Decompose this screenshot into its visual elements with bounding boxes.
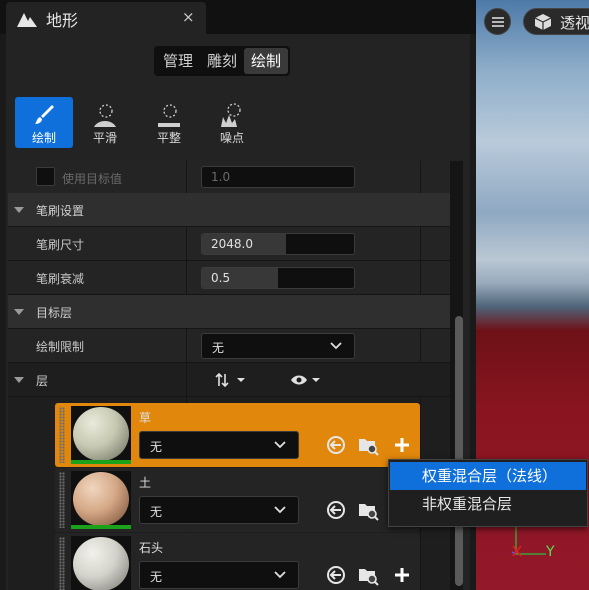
hamburger-icon bbox=[492, 17, 504, 27]
tool-smooth[interactable]: 平滑 bbox=[76, 97, 134, 148]
column-divider bbox=[420, 161, 421, 194]
brush-icon bbox=[35, 105, 54, 124]
close-icon[interactable]: × bbox=[182, 8, 195, 26]
drag-handle[interactable] bbox=[59, 537, 65, 590]
column-divider bbox=[186, 363, 187, 396]
brush-size-label: 笔刷尺寸 bbox=[36, 238, 85, 252]
use-target-value[interactable]: 1.0 bbox=[201, 166, 355, 188]
layer-item-soil[interactable]: 土 无 bbox=[55, 468, 420, 532]
column-divider bbox=[420, 261, 421, 294]
axis-y-label: Y bbox=[546, 544, 555, 560]
layer-blend-dropdown[interactable]: 无 bbox=[139, 431, 299, 459]
layer-weight-bar bbox=[71, 525, 131, 529]
brush-falloff-input[interactable]: 0.5 bbox=[201, 267, 355, 289]
column-divider bbox=[420, 227, 421, 260]
use-target-label: 使用目标值 bbox=[62, 172, 123, 186]
browse-asset-icon[interactable] bbox=[357, 564, 379, 586]
tab-title: 地形 bbox=[46, 11, 79, 30]
viewport-menu-button[interactable] bbox=[484, 8, 511, 35]
menu-item-non-weight-blended[interactable]: 非权重混合层 bbox=[390, 490, 586, 518]
layer-weight-bar bbox=[71, 460, 131, 464]
layer-item-grass[interactable]: 草 无 bbox=[55, 403, 420, 467]
drag-handle[interactable] bbox=[59, 472, 65, 528]
paint-restriction-dropdown[interactable]: 无 bbox=[201, 333, 355, 359]
browse-asset-icon[interactable] bbox=[357, 434, 379, 456]
chevron-down-icon bbox=[330, 342, 342, 350]
brush-falloff-row: 笔刷衰减 0.5 bbox=[8, 261, 450, 295]
menu-item-weight-blended-normal[interactable]: 权重混合层（法线） bbox=[390, 462, 586, 490]
layer-blend-dropdown[interactable]: 无 bbox=[139, 561, 299, 589]
landscape-tab[interactable]: 地形 × bbox=[6, 2, 206, 34]
flatten-icon bbox=[158, 104, 180, 127]
use-target-row: 使用目标值 1.0 bbox=[8, 161, 450, 195]
reset-layer-icon[interactable] bbox=[325, 499, 347, 521]
mode-switcher: 管理 雕刻 绘制 bbox=[154, 46, 291, 76]
blend-type-menu: 权重混合层（法线） 非权重混合层 bbox=[388, 459, 588, 527]
perspective-button[interactable]: 透视 bbox=[523, 8, 589, 35]
reset-layer-icon[interactable] bbox=[325, 434, 347, 456]
tool-paint[interactable]: 绘制 bbox=[15, 97, 73, 148]
column-divider bbox=[186, 227, 187, 260]
tool-flatten[interactable]: 平整 bbox=[140, 97, 198, 148]
sort-icon[interactable] bbox=[215, 372, 251, 388]
column-divider bbox=[420, 329, 421, 362]
brush-settings-header[interactable]: 笔刷设置 bbox=[8, 193, 450, 227]
layer-item-stone[interactable]: 石头 无 bbox=[55, 533, 420, 590]
section-label: 笔刷设置 bbox=[36, 204, 85, 218]
paint-restriction-label: 绘制限制 bbox=[36, 340, 85, 354]
mode-paint[interactable]: 绘制 bbox=[244, 48, 289, 74]
perspective-label: 透视 bbox=[560, 14, 589, 32]
layer-blend-dropdown[interactable]: 无 bbox=[139, 496, 299, 524]
layer-name: 草 bbox=[139, 411, 152, 425]
tool-noise[interactable]: 噪点 bbox=[203, 97, 261, 148]
tool-label: 噪点 bbox=[219, 131, 244, 145]
chevron-down-icon bbox=[274, 441, 286, 449]
layer-name: 土 bbox=[139, 476, 152, 490]
tool-label: 绘制 bbox=[31, 131, 56, 145]
mode-manage[interactable]: 管理 bbox=[156, 48, 200, 74]
collapse-arrow-icon bbox=[14, 377, 24, 383]
chevron-down-icon bbox=[274, 571, 286, 579]
layer-thumbnail bbox=[71, 406, 131, 464]
reset-layer-icon[interactable] bbox=[325, 564, 347, 586]
column-divider bbox=[186, 329, 187, 362]
landscape-mode-icon bbox=[17, 13, 37, 27]
add-layer-icon[interactable] bbox=[391, 564, 413, 586]
cube-icon bbox=[534, 14, 552, 30]
use-target-checkbox[interactable] bbox=[36, 167, 55, 186]
layer-name: 石头 bbox=[139, 541, 164, 555]
paint-restriction-row: 绘制限制 无 bbox=[8, 329, 450, 363]
drag-handle[interactable] bbox=[59, 407, 65, 463]
layers-header[interactable]: 层 bbox=[8, 363, 450, 397]
eye-icon[interactable] bbox=[290, 372, 326, 388]
layer-thumbnail bbox=[71, 536, 131, 590]
column-divider bbox=[186, 261, 187, 294]
target-layers-header[interactable]: 目标层 bbox=[8, 295, 450, 329]
mode-sculpt[interactable]: 雕刻 bbox=[200, 48, 244, 74]
smooth-icon bbox=[94, 104, 116, 127]
tool-label: 平滑 bbox=[92, 131, 117, 145]
axis-gizmo-icon bbox=[511, 526, 546, 557]
collapse-arrow-icon bbox=[14, 309, 24, 315]
brush-falloff-label: 笔刷衰减 bbox=[36, 272, 85, 286]
chevron-down-icon bbox=[274, 506, 286, 514]
section-label: 目标层 bbox=[36, 306, 73, 320]
tool-label: 平整 bbox=[156, 131, 181, 145]
layer-thumbnail bbox=[71, 471, 131, 529]
browse-asset-icon[interactable] bbox=[357, 499, 379, 521]
scrollbar-thumb[interactable] bbox=[455, 316, 463, 586]
column-divider bbox=[186, 161, 187, 194]
tab-strip: 地形 × bbox=[0, 0, 476, 34]
add-layer-icon[interactable] bbox=[391, 434, 413, 456]
section-label: 层 bbox=[36, 374, 49, 388]
noise-icon bbox=[221, 103, 241, 127]
brush-size-input[interactable]: 2048.0 bbox=[201, 233, 355, 255]
collapse-arrow-icon bbox=[14, 207, 24, 213]
brush-size-row: 笔刷尺寸 2048.0 bbox=[8, 227, 450, 261]
